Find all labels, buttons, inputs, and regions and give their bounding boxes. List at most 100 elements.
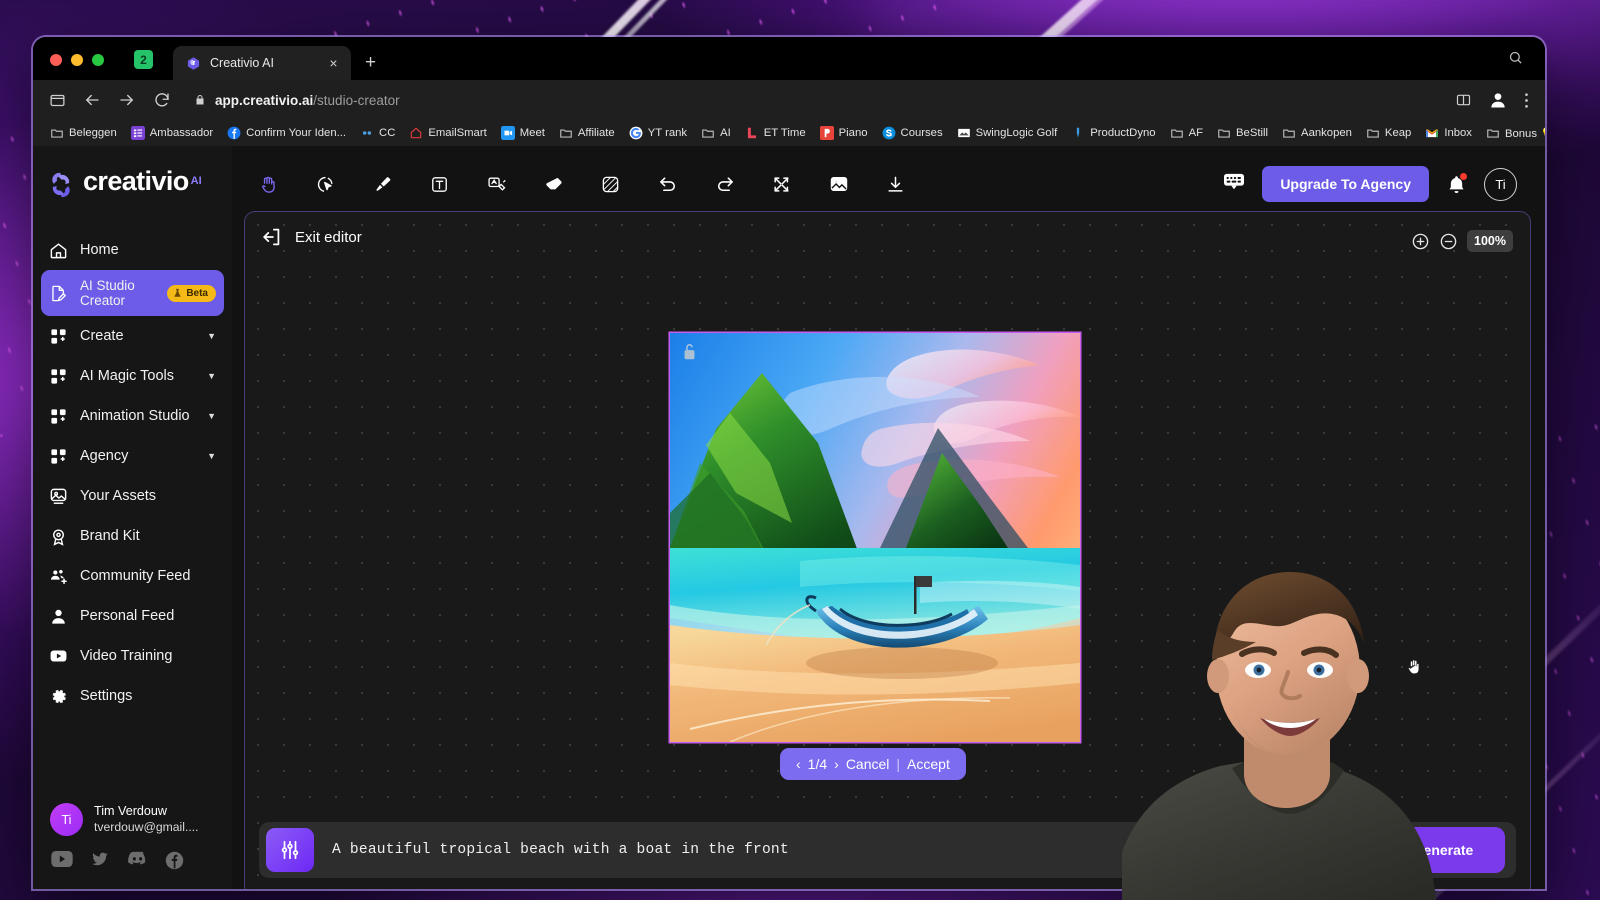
download-tool[interactable]	[881, 170, 910, 199]
sidebar-item-create[interactable]: Create ▼	[41, 316, 224, 356]
brush-tool[interactable]	[368, 170, 397, 199]
brand-logo[interactable]: creativio AI	[33, 160, 232, 200]
eraser-tool[interactable]	[539, 170, 568, 199]
split-view-icon[interactable]	[1455, 92, 1472, 108]
toolbar-right-actions: Upgrade To Agency Ti	[1223, 166, 1525, 202]
pattern-tool[interactable]	[596, 170, 625, 199]
text-tool[interactable]	[425, 170, 454, 199]
redo-tool[interactable]	[710, 170, 739, 199]
sidebar-profile[interactable]: Ti Tim Verdouw tverdouw@gmail....	[33, 803, 232, 836]
zoom-out-button[interactable]	[1439, 232, 1458, 251]
sidebar-item-video-training[interactable]: Video Training	[41, 636, 224, 676]
sidebar-item-ai-studio-creator[interactable]: AI Studio Creator Beta	[41, 270, 224, 316]
bookmark-swinglogic-golf[interactable]: SwingLogic Golf	[950, 126, 1065, 140]
text-style-tool[interactable]	[482, 170, 511, 199]
bookmark-ai[interactable]: AI	[694, 126, 738, 140]
bookmark-inbox[interactable]: Inbox	[1418, 126, 1479, 140]
image-icon	[957, 128, 970, 138]
bookmark-affiliate[interactable]: Affiliate	[552, 126, 622, 140]
exit-editor-label: Exit editor	[295, 228, 362, 246]
reload-button[interactable]	[153, 91, 171, 109]
cancel-button[interactable]: Cancel	[846, 756, 890, 772]
gear-icon	[49, 687, 68, 706]
pinned-tab[interactable]: 2	[134, 50, 153, 69]
youtube-icon[interactable]	[51, 851, 73, 875]
sidebar-toggle-icon[interactable]	[49, 92, 66, 109]
sidebar-item-ai-magic-tools[interactable]: AI Magic Tools ▼	[41, 356, 224, 396]
artboard[interactable]	[670, 333, 1080, 742]
bookmark-ambassador[interactable]: Ambassador	[124, 126, 220, 140]
prev-variant-button[interactable]: ‹	[796, 756, 801, 772]
sidebar-item-home[interactable]: Home	[41, 230, 224, 270]
bookmark-label: Courses	[900, 127, 943, 139]
discord-icon[interactable]	[127, 851, 148, 875]
back-button[interactable]	[83, 91, 101, 109]
maximize-window-button[interactable]	[92, 54, 104, 66]
sidebar-item-brand-kit[interactable]: Brand Kit	[41, 516, 224, 556]
zoom-level-label[interactable]: 100%	[1467, 230, 1513, 252]
tab-search-icon[interactable]	[1508, 50, 1523, 70]
editor-canvas[interactable]: Exit editor 100% ‹ 1/4 › Cancel | Accept…	[244, 211, 1531, 889]
expand-tool[interactable]	[767, 170, 796, 199]
window-controls[interactable]	[33, 54, 118, 80]
exit-editor-button[interactable]: Exit editor	[261, 226, 362, 248]
zoom-in-button[interactable]	[1411, 232, 1430, 251]
meet-icon	[500, 126, 515, 140]
select-tool[interactable]	[311, 170, 340, 199]
facebook-icon[interactable]	[165, 851, 184, 875]
folder-icon	[1367, 129, 1379, 138]
browser-tab-creativio[interactable]: Creativio AI ×	[173, 46, 351, 80]
undo-tool[interactable]	[653, 170, 682, 199]
bookmark-label: Affiliate	[577, 127, 615, 139]
twitter-icon[interactable]	[90, 851, 110, 875]
sidebar-item-personal-feed[interactable]: Personal Feed	[41, 596, 224, 636]
bookmark-yt-rank[interactable]: YT rank	[622, 126, 694, 140]
bookmark-confirm-identity[interactable]: Confirm Your Iden...	[220, 126, 353, 140]
url-text: app.creativio.ai/studio-creator	[215, 93, 400, 108]
bookmark-cc[interactable]: CC	[353, 126, 402, 140]
feedback-icon[interactable]	[1223, 172, 1245, 197]
bookmark-af[interactable]: AF	[1163, 126, 1210, 140]
close-window-button[interactable]	[50, 54, 62, 66]
prompt-settings-button[interactable]	[266, 828, 314, 872]
next-variant-button[interactable]: ›	[834, 756, 839, 772]
notifications-button[interactable]	[1446, 172, 1467, 195]
sidebar-item-animation-studio[interactable]: Animation Studio ▼	[41, 396, 224, 436]
bookmark-bonus[interactable]: Bonus 💡	[1479, 126, 1545, 140]
new-tab-button[interactable]: +	[365, 53, 376, 72]
bookmark-bestill[interactable]: BeStill	[1210, 126, 1275, 140]
sidebar-item-label: Agency	[80, 447, 129, 464]
address-bar[interactable]: app.creativio.ai/studio-creator	[194, 93, 1438, 108]
upgrade-to-agency-button[interactable]: Upgrade To Agency	[1262, 166, 1429, 202]
chrome-menu-icon[interactable]	[1524, 92, 1529, 109]
image-tool[interactable]	[824, 170, 853, 199]
main-content: Upgrade To Agency Ti Exit editor 100% ‹ …	[232, 146, 1545, 889]
user-avatar-button[interactable]: Ti	[1484, 167, 1517, 201]
prompt-input[interactable]: A beautiful tropical beach with a boat i…	[332, 842, 789, 858]
lock-open-icon[interactable]	[681, 342, 698, 366]
bookmark-et-time[interactable]: ET Time	[738, 126, 813, 140]
hand-tool[interactable]	[254, 170, 283, 199]
bookmark-productdyno[interactable]: ProductDyno	[1064, 126, 1162, 140]
bookmark-beleggen[interactable]: Beleggen	[43, 126, 124, 140]
bookmark-courses[interactable]: Courses	[875, 126, 950, 140]
generate-button[interactable]: Generate	[1381, 827, 1505, 873]
sidebar-item-label: Settings	[80, 687, 133, 704]
profile-avatar-icon[interactable]	[1488, 90, 1508, 110]
bookmark-keap[interactable]: Keap	[1359, 126, 1418, 140]
close-tab-button[interactable]: ×	[325, 55, 342, 72]
browser-tab-strip: 2 Creativio AI × +	[33, 37, 1545, 80]
accept-button[interactable]: Accept	[907, 756, 950, 772]
minimize-window-button[interactable]	[71, 54, 83, 66]
sidebar-item-your-assets[interactable]: Your Assets	[41, 476, 224, 516]
home-icon	[49, 241, 68, 260]
sidebar-item-agency[interactable]: Agency ▼	[41, 436, 224, 476]
bookmark-meet[interactable]: Meet	[494, 126, 552, 140]
bookmark-emailsmart[interactable]: EmailSmart	[402, 126, 493, 140]
bookmark-piano[interactable]: Piano	[813, 126, 875, 140]
bookmark-aankopen[interactable]: Aankopen	[1275, 126, 1359, 140]
sidebar-item-community-feed[interactable]: Community Feed	[41, 556, 224, 596]
bookmark-label: Meet	[519, 127, 545, 139]
forward-button[interactable]	[118, 91, 136, 109]
sidebar-item-settings[interactable]: Settings	[41, 676, 224, 716]
